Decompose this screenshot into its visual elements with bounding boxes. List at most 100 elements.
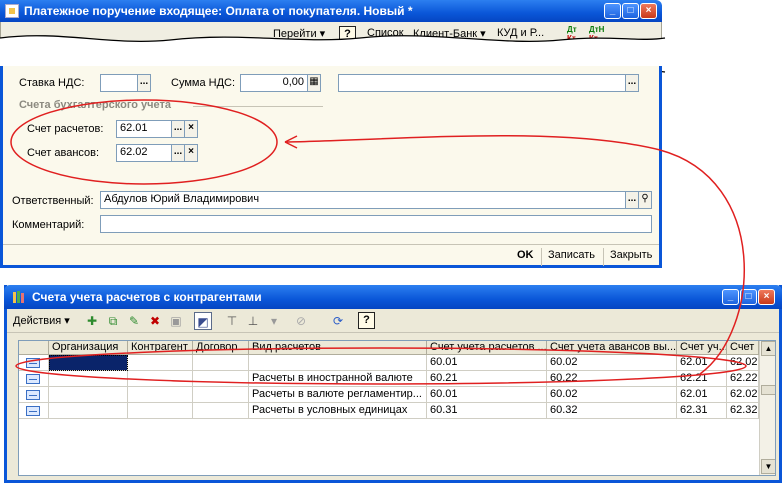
responsible-select-button[interactable]: ... (625, 191, 639, 209)
table-cell[interactable]: 62.21 (677, 371, 727, 387)
table-cell[interactable] (49, 387, 128, 403)
close-window-button[interactable]: × (758, 289, 775, 305)
table-cell[interactable] (193, 371, 249, 387)
books-icon[interactable] (12, 290, 26, 304)
table-row[interactable] (19, 387, 49, 403)
selected-cell[interactable] (49, 355, 128, 371)
table-cell[interactable]: 60.22 (547, 371, 677, 387)
settlement-account-select-button[interactable]: ... (171, 120, 185, 138)
table-row[interactable] (19, 371, 49, 387)
table-cell[interactable]: 60.31 (427, 403, 547, 419)
document-form: Ставка НДС: ... Сумма НДС: 0,00 ▦ ... Сч… (0, 66, 662, 268)
maximize-button[interactable]: □ (740, 289, 757, 305)
table-row[interactable] (19, 403, 49, 419)
advance-account-select-button[interactable]: ... (171, 144, 185, 162)
calculator-button[interactable]: ▦ (307, 74, 321, 92)
settlement-account-clear-button[interactable]: × (184, 120, 198, 138)
clear-filter-icon[interactable]: ⊘ (292, 312, 310, 330)
actions-menu[interactable]: Действия ▾ (13, 314, 70, 327)
column-header[interactable]: Вид расчетов (249, 341, 427, 355)
help-button[interactable]: ? (358, 312, 375, 329)
table-cell[interactable]: 60.02 (547, 387, 677, 403)
table-cell[interactable]: Расчеты в условных единицах (249, 403, 427, 419)
table-cell[interactable] (193, 355, 249, 371)
accounts-group-title: Счета бухгалтерского учета (19, 99, 172, 111)
column-header[interactable]: Счет учета расчетов ... (427, 341, 547, 355)
scroll-up-icon[interactable]: ▲ (761, 341, 775, 356)
column-header[interactable]: Счет уч... (677, 341, 727, 355)
table-cell[interactable]: 60.01 (427, 355, 547, 371)
minimize-button[interactable]: _ (722, 289, 739, 305)
hidden-field[interactable] (338, 74, 626, 92)
table-cell[interactable] (128, 355, 193, 371)
table-cell[interactable]: 60.32 (547, 403, 677, 419)
responsible-label: Ответственный: (12, 195, 94, 207)
button-separator (541, 248, 542, 266)
vat-rate-field[interactable] (100, 74, 138, 92)
add-icon[interactable]: ✚ (83, 312, 101, 330)
edit-in-dialog-icon[interactable]: ◩ (194, 312, 212, 330)
advance-account-clear-button[interactable]: × (184, 144, 198, 162)
table-cell[interactable] (49, 371, 128, 387)
table-cell[interactable] (128, 387, 193, 403)
accounts-toolbar: Действия ▾ ✚ ⧉ ✎ ✖ ▣ ◩ ⊤ ⊥ ▾ ⊘ ⟳ ? (7, 309, 779, 333)
advance-account-field[interactable]: 62.02 (116, 144, 172, 162)
save-button[interactable]: Записать (548, 249, 595, 261)
vertical-scrollbar[interactable]: ▲ ▼ (759, 341, 775, 475)
comment-field[interactable] (100, 215, 652, 233)
save-icon[interactable]: ▣ (167, 312, 185, 330)
table-row[interactable] (19, 355, 49, 371)
refresh-icon[interactable]: ⟳ (329, 312, 347, 330)
button-separator (603, 248, 604, 266)
column-header[interactable]: Счет учета авансов вы... (547, 341, 677, 355)
table-cell[interactable]: 62.01 (677, 387, 727, 403)
table-cell[interactable]: 62.32 (727, 403, 759, 419)
vat-sum-field[interactable]: 0,00 (240, 74, 308, 92)
scroll-down-icon[interactable]: ▼ (761, 459, 775, 474)
accounts-window: Счета учета расчетов с контрагентами _ □… (4, 285, 782, 483)
responsible-field[interactable]: Абдулов Юрий Владимирович (100, 191, 626, 209)
table-cell[interactable] (193, 387, 249, 403)
form-buttons-bar: OK Записать Закрыть (3, 244, 659, 268)
column-header[interactable]: Организация (49, 341, 128, 355)
search-icon[interactable]: ⚲ (638, 191, 652, 209)
column-header[interactable]: Договор (193, 341, 249, 355)
close-button[interactable]: Закрыть (610, 249, 652, 261)
edit-icon[interactable]: ✎ (125, 312, 143, 330)
column-header-icon[interactable] (19, 341, 49, 355)
column-header[interactable]: Счет ... (727, 341, 759, 355)
table-cell[interactable]: Расчеты в иностранной валюте (249, 371, 427, 387)
accounts-table: Организация Контрагент Договор Вид расче… (18, 340, 776, 476)
settlement-account-field[interactable]: 62.01 (116, 120, 172, 138)
table-cell[interactable]: 60.21 (427, 371, 547, 387)
table-cell[interactable] (49, 403, 128, 419)
hidden-field-select-button[interactable]: ... (625, 74, 639, 92)
column-header[interactable]: Контрагент (128, 341, 193, 355)
filter-history-icon[interactable]: ▾ (265, 312, 283, 330)
table-cell[interactable]: 60.01 (427, 387, 547, 403)
accounts-window-title-bar[interactable]: Счета учета расчетов с контрагентами _ □… (4, 285, 782, 309)
advance-account-label: Счет авансов: (27, 147, 100, 159)
ok-button[interactable]: OK (517, 249, 534, 261)
vat-rate-select-button[interactable]: ... (137, 74, 151, 92)
delete-icon[interactable]: ✖ (146, 312, 164, 330)
settlement-account-label: Счет расчетов: (27, 123, 104, 135)
table-cell[interactable] (193, 403, 249, 419)
table-cell[interactable]: 62.02 (727, 355, 759, 371)
table-cell[interactable] (128, 403, 193, 419)
table-cell[interactable]: 62.01 (677, 355, 727, 371)
table-cell[interactable]: 62.31 (677, 403, 727, 419)
row-type-icon (26, 374, 40, 384)
table-cell[interactable]: Расчеты в валюте регламентир... (249, 387, 427, 403)
scroll-thumb[interactable] (761, 385, 775, 395)
vat-sum-label: Сумма НДС: (171, 77, 236, 89)
table-cell[interactable]: 62.02 (727, 387, 759, 403)
filter-by-value-icon[interactable]: ⊥ (244, 312, 262, 330)
row-type-icon (26, 358, 40, 368)
table-cell[interactable]: 60.02 (547, 355, 677, 371)
table-cell[interactable]: 62.22 (727, 371, 759, 387)
table-cell[interactable] (249, 355, 427, 371)
filter-icon[interactable]: ⊤ (223, 312, 241, 330)
table-cell[interactable] (128, 371, 193, 387)
add-copy-icon[interactable]: ⧉ (104, 312, 122, 330)
